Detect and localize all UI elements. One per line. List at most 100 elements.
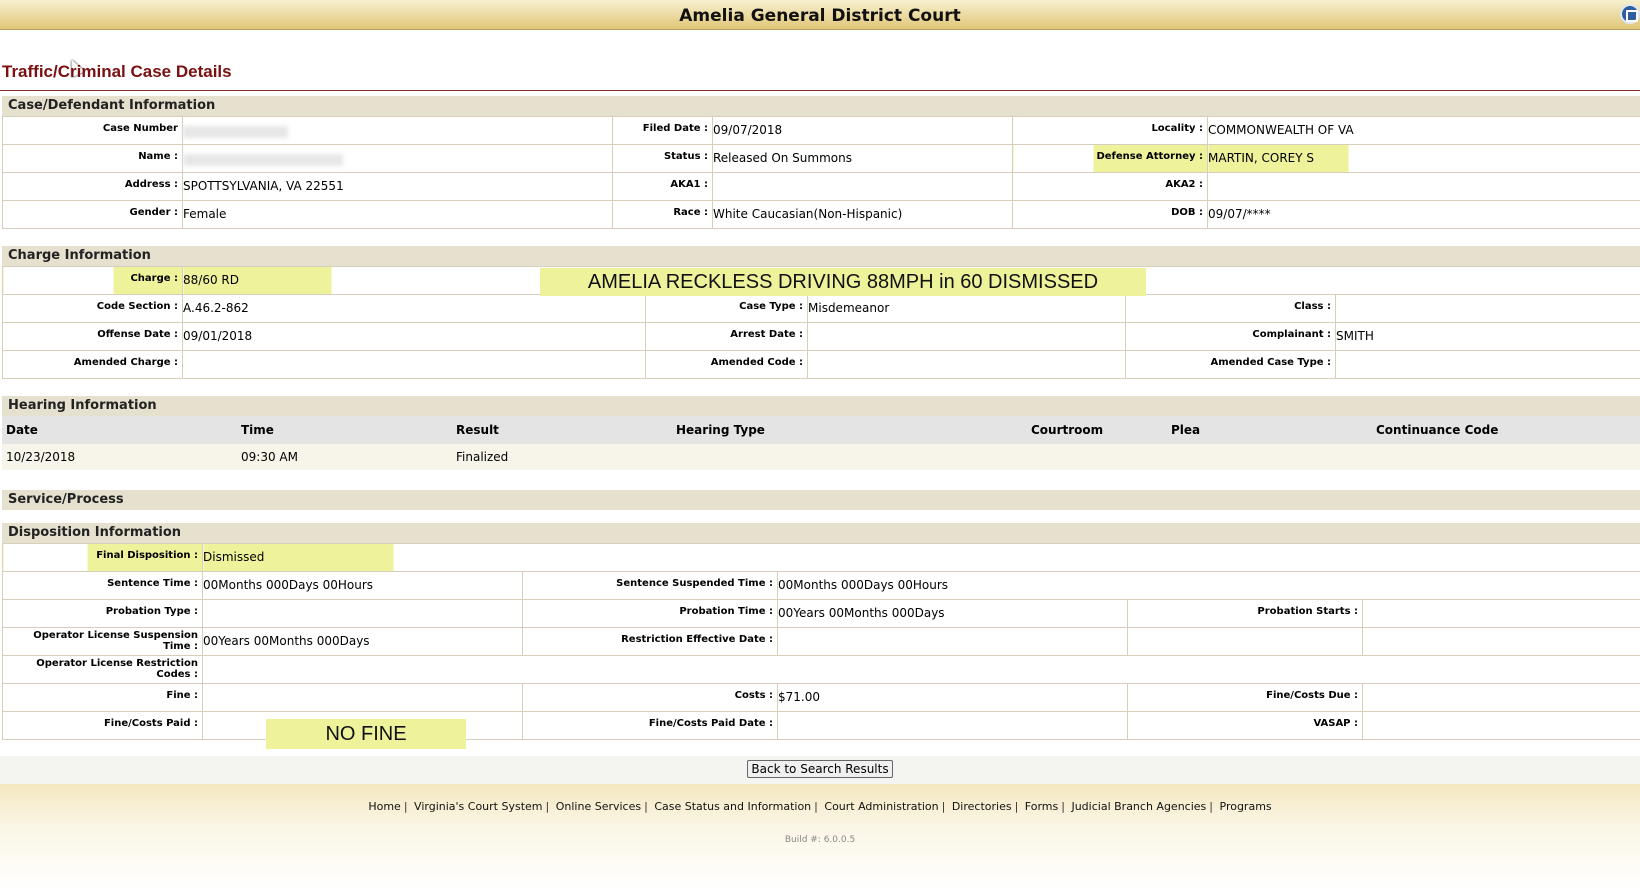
section-heading: Hearing Information: [2, 396, 1640, 416]
ol-suspension-label: Operator License Suspension Time :: [2, 627, 203, 656]
restriction-effective-label: Restriction Effective Date :: [522, 627, 778, 656]
page-title: Traffic/Criminal Case Details: [2, 62, 232, 81]
aka1-value: [712, 172, 1013, 201]
probation-starts-label: Probation Starts :: [1127, 599, 1363, 628]
hearing-result: Finalized: [452, 444, 672, 470]
class-label: Class :: [1125, 294, 1336, 323]
hearing-plea: [1167, 444, 1372, 470]
sentence-suspended-label: Sentence Suspended Time :: [522, 571, 778, 600]
final-disposition-label: Final Disposition :: [2, 543, 203, 572]
footer-link-home[interactable]: Home: [368, 800, 400, 813]
defense-attorney-label: Defense Attorney :: [1012, 144, 1208, 173]
charge-section: Charge Information Charge : 88/60 RD Cod…: [2, 246, 1640, 379]
probation-starts-value: [1361, 599, 1640, 628]
footer-separator: |: [644, 800, 648, 813]
reckless-driving-annotation: AMELIA RECKLESS DRIVING 88MPH in 60 DISM…: [540, 268, 1146, 296]
dob-label: DOB :: [1012, 200, 1208, 229]
footer-link-programs[interactable]: Programs: [1220, 800, 1272, 813]
section-heading: Case/Defendant Information: [2, 96, 1640, 116]
aka2-label: AKA2 :: [1012, 172, 1208, 201]
amended-code-label: Amended Code :: [645, 350, 808, 379]
aka1-label: AKA1 :: [612, 172, 713, 201]
hearing-table: Date Time Result Hearing Type Courtroom …: [2, 416, 1640, 470]
footer-link-forms[interactable]: Forms: [1025, 800, 1058, 813]
charge-value: 88/60 RD: [183, 273, 239, 287]
footer-separator: |: [1014, 800, 1019, 813]
section-heading: Disposition Information: [2, 523, 1640, 543]
locality-label: Locality :: [1012, 116, 1208, 145]
ol-suspension-value: 00Years 00Months 000Days: [202, 627, 523, 656]
service-process-section: Service/Process: [2, 490, 1640, 510]
amended-case-type-label: Amended Case Type :: [1125, 350, 1336, 379]
ol-restriction-value: [201, 655, 1640, 684]
home-icon[interactable]: [1620, 4, 1640, 24]
costs-value: $71.00: [777, 683, 1128, 712]
hearing-type: [672, 444, 1027, 470]
disposition-section: Disposition Information Final Dispositio…: [2, 523, 1640, 740]
ol-suspension-label-line2: Time :: [163, 641, 198, 652]
fine-costs-due-value: [1361, 683, 1640, 712]
sentence-suspended-value: 00Months 000Days 00Hours: [776, 571, 1640, 600]
ol-restriction-label: Operator License Restriction Codes :: [2, 655, 203, 684]
code-section-label: Code Section :: [2, 294, 183, 323]
fine-costs-paid-date-label: Fine/Costs Paid Date :: [522, 711, 778, 740]
restriction-effective-value: [777, 627, 1128, 656]
fine-costs-paid-date-value: [777, 711, 1128, 740]
hearing-col-courtroom: Courtroom: [1027, 416, 1167, 444]
class-value: [1334, 294, 1640, 323]
amended-code-value: [807, 350, 1126, 379]
status-label: Status :: [612, 144, 713, 173]
footer-link-court-administration[interactable]: Court Administration: [824, 800, 938, 813]
hearing-col-plea: Plea: [1167, 416, 1372, 444]
footer-link-virginia-courts[interactable]: Virginia's Court System: [414, 800, 542, 813]
footer-separator: |: [1209, 800, 1213, 813]
complainant-label: Complainant :: [1125, 322, 1336, 351]
amended-case-type-value: [1334, 350, 1640, 379]
dob-value: 09/07/****: [1207, 200, 1640, 229]
ol-restriction-label-line1: Operator License Restriction: [36, 658, 198, 669]
footer-separator: |: [403, 800, 408, 813]
footer-link-judicial-agencies[interactable]: Judicial Branch Agencies: [1071, 800, 1206, 813]
locality-value: COMMONWEALTH OF VA: [1207, 116, 1640, 145]
empty-value: [1361, 627, 1640, 656]
costs-label: Costs :: [522, 683, 778, 712]
arrest-date-label: Arrest Date :: [645, 322, 808, 351]
probation-time-value: 00Years 00Months 000Days: [777, 599, 1128, 628]
footer-separator: |: [941, 800, 946, 813]
title-divider: [0, 90, 1640, 91]
arrest-date-value: [807, 322, 1126, 351]
case-type-value: Misdemeanor: [807, 294, 1126, 323]
complainant-value: SMITH: [1334, 322, 1640, 351]
footer: Home | Virginia's Court System | Online Se…: [0, 784, 1640, 891]
probation-type-value: [202, 599, 523, 628]
sentence-time-value: 00Months 000Days 00Hours: [202, 571, 523, 600]
case-type-label: Case Type :: [645, 294, 808, 323]
build-number: Build #: 6.0.0.5: [784, 835, 856, 845]
fine-label: Fine :: [2, 683, 203, 712]
status-value: Released On Summons: [712, 144, 1013, 173]
name-label: Name :: [2, 144, 183, 173]
hearing-courtroom: [1027, 444, 1167, 470]
address-label: Address :: [2, 172, 183, 201]
name-value: [182, 144, 613, 173]
hearing-section: Hearing Information Date Time Result Hea…: [2, 396, 1640, 470]
footer-link-directories[interactable]: Directories: [952, 800, 1012, 813]
defense-attorney-value: MARTIN, COREY S: [1207, 144, 1640, 173]
footer-link-online-services[interactable]: Online Services: [556, 800, 641, 813]
empty-label: [1127, 627, 1363, 656]
footer-link-case-status[interactable]: Case Status and Information: [654, 800, 811, 813]
offense-date-label: Offense Date :: [2, 322, 183, 351]
hearing-date: 10/23/2018: [2, 444, 237, 470]
hearing-col-time: Time: [237, 416, 452, 444]
offense-date-value: 09/01/2018: [182, 322, 646, 351]
fine-value: [202, 683, 523, 712]
race-value: White Caucasian(Non-Hispanic): [712, 200, 1013, 229]
case-defendant-table: Case Number Filed Date : 09/07/2018 Loca…: [2, 116, 1640, 229]
final-disposition-value: Dismissed: [203, 550, 265, 564]
disposition-table: Final Disposition : Dismissed Sentence T…: [2, 543, 1640, 740]
ol-restriction-label-line2: Codes :: [156, 669, 198, 680]
fine-costs-paid-label: Fine/Costs Paid :: [2, 711, 203, 740]
back-to-search-results-button[interactable]: Back to Search Results: [747, 760, 893, 778]
fine-costs-due-label: Fine/Costs Due :: [1127, 683, 1363, 712]
case-number-value: [182, 116, 613, 145]
